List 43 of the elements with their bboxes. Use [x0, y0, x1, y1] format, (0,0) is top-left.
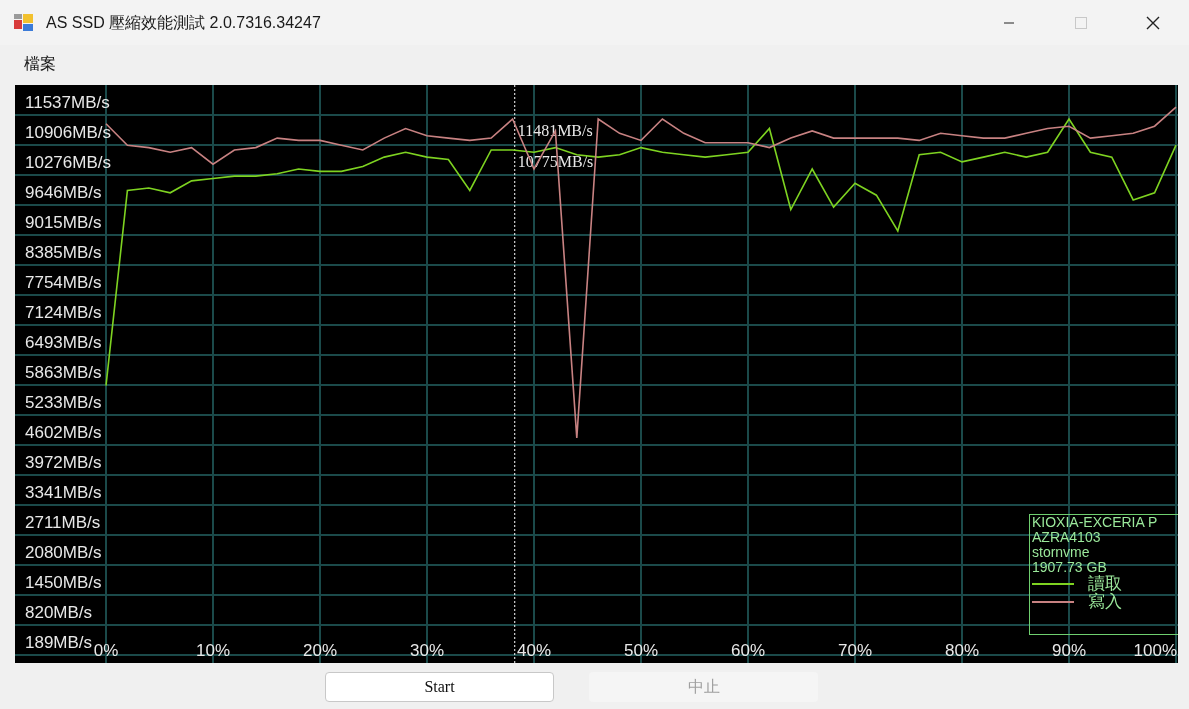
legend-text: 讀取	[1088, 575, 1122, 593]
axis-label: 2711MB/s	[25, 512, 101, 532]
menu-item[interactable]: 檔案	[16, 52, 64, 76]
axis-label: 5863MB/s	[25, 362, 102, 382]
axis-label: 10276MB/s	[25, 152, 111, 172]
axis-label: 8385MB/s	[25, 242, 102, 262]
axis-label: 50%	[624, 641, 658, 660]
axis-label: 11537MB/s	[25, 92, 110, 112]
axis-label: 1450MB/s	[25, 573, 102, 592]
axis-label: 7124MB/s	[25, 302, 102, 322]
axis-label: 820MB/s	[25, 602, 93, 622]
axis-label: 10906MB/s	[25, 122, 111, 142]
axis-label: 30%	[410, 641, 444, 660]
axis-label: 6493MB/s	[25, 332, 102, 352]
axis-label: 4602MB/s	[25, 422, 102, 442]
axis-label: 10%	[196, 641, 230, 660]
axis-label: 2080MB/s	[25, 543, 102, 562]
legend-text: KIOXIA-EXCERIA P	[1032, 515, 1159, 530]
maximize-icon	[1075, 16, 1087, 29]
axis-label: 3341MB/s	[25, 483, 102, 502]
axis-label: 189MB/s	[25, 633, 93, 652]
axis-label: 90%	[1052, 641, 1086, 660]
value-label: 11481MB/s	[517, 122, 593, 139]
axis-label: 3972MB/s	[25, 452, 102, 472]
axis-label: 70%	[838, 641, 872, 660]
axis-label: 9646MB/s	[25, 182, 102, 202]
axis-label: 7754MB/s	[25, 272, 102, 292]
app-icon	[14, 13, 34, 32]
legend-text: 寫入	[1088, 593, 1122, 611]
axis-label: 0%	[93, 641, 119, 660]
axis-label: 9015MB/s	[25, 212, 102, 232]
legend-text: 1907.73 GB	[1032, 560, 1108, 575]
close-icon	[1146, 15, 1160, 30]
window-title: AS SSD 壓縮效能測試 2.0.7316.34247	[46, 12, 321, 33]
legend-text: AZRA4103	[1032, 530, 1102, 545]
axis-label: 5233MB/s	[25, 392, 102, 412]
axis-label: 80%	[945, 641, 979, 660]
action-button[interactable]: Start	[325, 672, 554, 702]
axis-label: 40%	[517, 641, 551, 660]
axis-label: 20%	[303, 641, 337, 660]
axis-label: 60%	[731, 641, 765, 660]
legend-text: stornvme	[1032, 545, 1091, 560]
axis-label: 100%	[1133, 641, 1177, 660]
